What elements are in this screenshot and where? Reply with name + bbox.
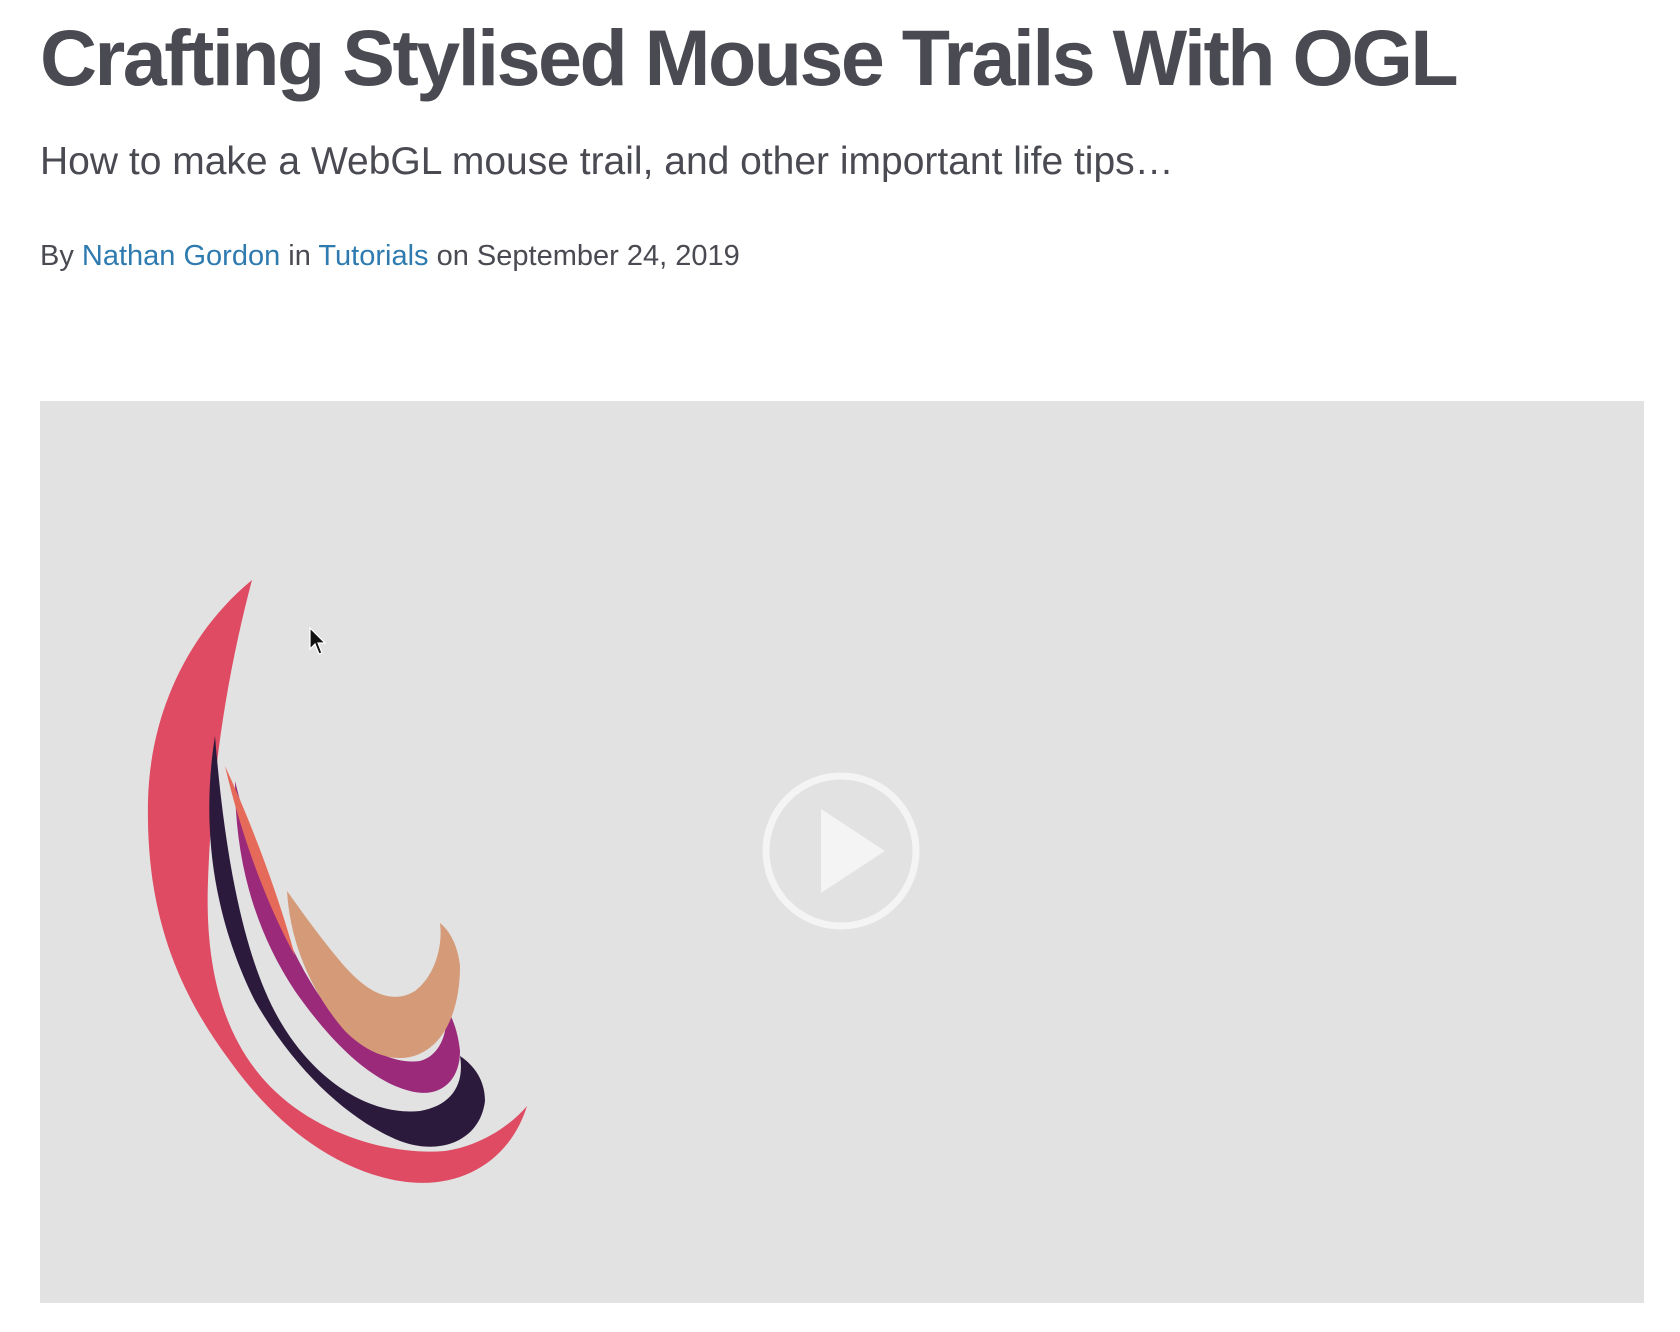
- byline-by: By: [40, 240, 74, 272]
- author-link[interactable]: Nathan Gordon: [82, 240, 280, 272]
- category-link[interactable]: Tutorials: [318, 240, 428, 272]
- page-title: Crafting Stylised Mouse Trails With OGL: [40, 13, 1459, 102]
- byline-in: in: [288, 240, 311, 272]
- play-circle-icon: [762, 772, 920, 930]
- byline: By Nathan Gordon in Tutorials on Septemb…: [40, 236, 740, 276]
- video-player[interactable]: [40, 401, 1644, 1303]
- mouse-pointer-icon: [309, 627, 327, 655]
- publish-date: on September 24, 2019: [436, 240, 740, 272]
- article-subtitle: How to make a WebGL mouse trail, and oth…: [40, 140, 1174, 183]
- trail-ribbon-tan: [287, 891, 460, 1059]
- play-button[interactable]: [761, 771, 921, 931]
